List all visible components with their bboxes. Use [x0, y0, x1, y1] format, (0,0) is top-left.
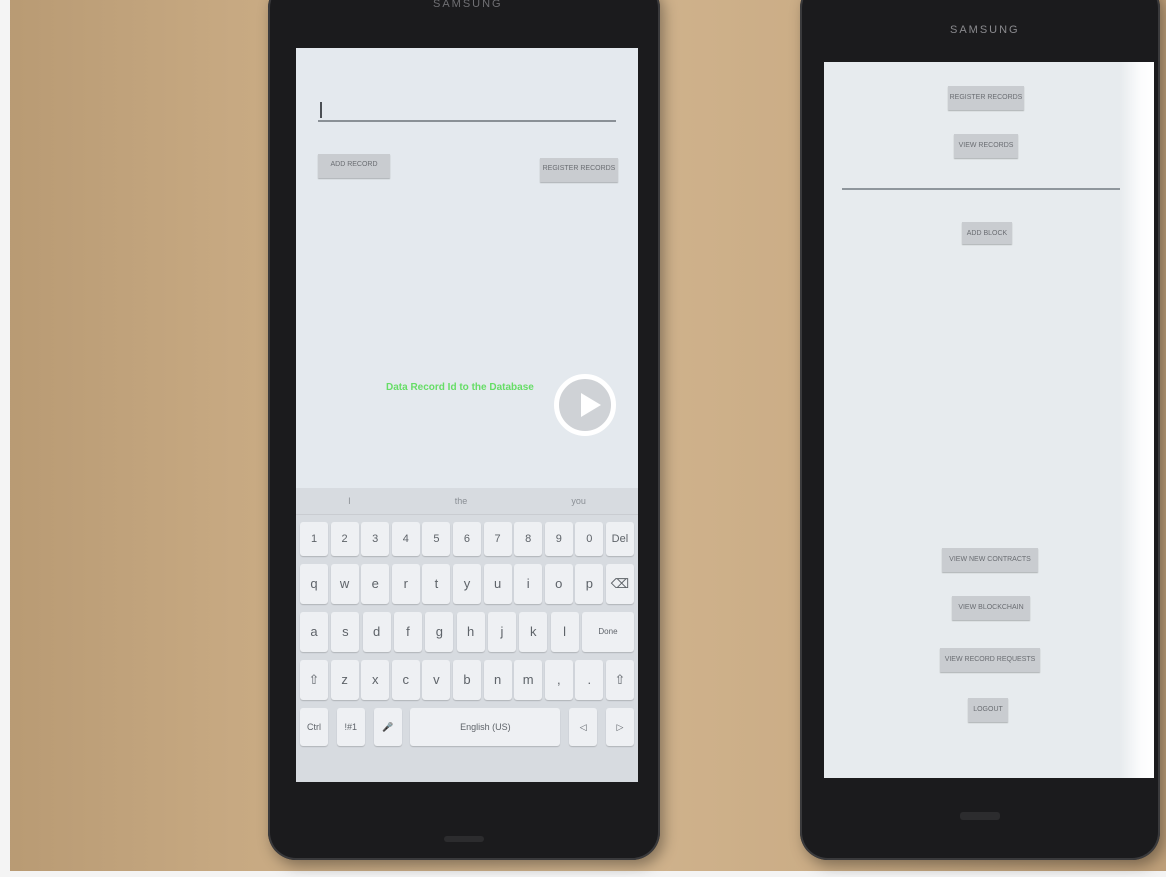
left-phone-screen: ADD RECORD REGISTER RECORDS Data Record … [296, 48, 638, 782]
left-phone: SAMSUNG ADD RECORD REGISTER RECORDS Data… [268, 0, 660, 860]
key[interactable]: i [514, 564, 543, 604]
suggestion-item[interactable]: you [571, 496, 586, 506]
key[interactable]: z [330, 660, 359, 700]
bottom-row: Ctrl !#1 🎤 English (US) ◁ ▷ [300, 708, 634, 746]
key[interactable]: , [544, 660, 573, 700]
cursor-left-key[interactable]: ◁ [569, 708, 598, 746]
suggestion-bar: I the you [296, 488, 638, 515]
register-records-button[interactable]: REGISTER RECORDS [540, 158, 618, 182]
done-key[interactable]: Done [581, 612, 634, 652]
space-key[interactable]: English (US) [410, 708, 561, 746]
key[interactable]: j [487, 612, 516, 652]
key[interactable]: 3 [361, 522, 390, 556]
symbols-key[interactable]: !#1 [336, 708, 365, 746]
view-records-button[interactable]: VIEW RECORDS [954, 134, 1018, 158]
key[interactable]: m [514, 660, 543, 700]
key[interactable]: u [483, 564, 512, 604]
suggestion-item[interactable]: the [455, 496, 468, 506]
key[interactable]: s [331, 612, 360, 652]
record-input[interactable] [318, 102, 616, 122]
left-phone-brand: SAMSUNG [433, 0, 503, 10]
add-block-button[interactable]: ADD BLOCK [962, 222, 1012, 244]
key[interactable]: y [452, 564, 481, 604]
key[interactable]: 7 [483, 522, 512, 556]
key[interactable]: r [391, 564, 420, 604]
logout-button[interactable]: LOGOUT [968, 698, 1008, 722]
view-record-requests-button[interactable]: VIEW RECORD REQUESTS [940, 648, 1040, 672]
key[interactable]: 6 [452, 522, 481, 556]
delete-key[interactable]: Del [605, 522, 634, 556]
key[interactable]: 2 [330, 522, 359, 556]
key[interactable]: w [330, 564, 359, 604]
add-record-button[interactable]: ADD RECORD [318, 154, 390, 178]
right-phone: SAMSUNG REGISTER RECORDS VIEW RECORDS AD… [800, 0, 1160, 860]
key[interactable]: . [575, 660, 604, 700]
register-records-button[interactable]: REGISTER RECORDS [948, 86, 1024, 110]
text-cursor [320, 102, 322, 118]
key[interactable]: t [422, 564, 451, 604]
suggestion-item[interactable]: I [348, 496, 351, 506]
key[interactable]: v [422, 660, 451, 700]
key[interactable]: 8 [514, 522, 543, 556]
asdf-row: a s d f g h j k l Done [300, 612, 634, 652]
key[interactable]: p [575, 564, 604, 604]
shift-key[interactable]: ⇧ [605, 660, 634, 700]
status-toast: Data Record Id to the Database [386, 382, 534, 393]
number-row: 1 2 3 4 5 6 7 8 9 0 Del [300, 522, 634, 556]
right-phone-brand: SAMSUNG [950, 24, 1020, 36]
key[interactable]: a [300, 612, 328, 652]
play-triangle [581, 393, 601, 417]
shift-key[interactable]: ⇧ [300, 660, 328, 700]
key[interactable]: g [425, 612, 454, 652]
screen-glare [1120, 62, 1154, 778]
view-blockchain-button[interactable]: VIEW BLOCKCHAIN [952, 596, 1030, 620]
key[interactable]: 5 [422, 522, 451, 556]
key[interactable]: 9 [544, 522, 573, 556]
backspace-key[interactable]: ⌫ [605, 564, 634, 604]
play-icon[interactable] [554, 374, 616, 436]
key[interactable]: 0 [575, 522, 604, 556]
key[interactable]: f [393, 612, 422, 652]
key[interactable]: e [361, 564, 390, 604]
on-screen-keyboard: I the you 1 2 3 4 5 6 7 8 9 0 Del q w e [296, 488, 638, 782]
key[interactable]: 1 [300, 522, 328, 556]
key[interactable]: 4 [391, 522, 420, 556]
section-divider [842, 188, 1120, 190]
key[interactable]: d [362, 612, 391, 652]
key[interactable]: l [550, 612, 579, 652]
key[interactable]: h [456, 612, 485, 652]
key[interactable]: x [361, 660, 390, 700]
key[interactable]: n [483, 660, 512, 700]
home-button[interactable] [960, 812, 1000, 820]
key[interactable]: c [391, 660, 420, 700]
key[interactable]: q [300, 564, 328, 604]
key[interactable]: k [519, 612, 548, 652]
key[interactable]: b [452, 660, 481, 700]
right-phone-screen: REGISTER RECORDS VIEW RECORDS ADD BLOCK … [824, 62, 1154, 778]
key[interactable]: o [544, 564, 573, 604]
microphone-icon[interactable]: 🎤 [373, 708, 402, 746]
zxcv-row: ⇧ z x c v b n m , . ⇧ [300, 660, 634, 700]
ctrl-key[interactable]: Ctrl [300, 708, 328, 746]
qwerty-row: q w e r t y u i o p ⌫ [300, 564, 634, 604]
view-new-contracts-button[interactable]: VIEW NEW CONTRACTS [942, 548, 1038, 572]
cursor-right-key[interactable]: ▷ [605, 708, 634, 746]
home-button[interactable] [444, 836, 484, 842]
